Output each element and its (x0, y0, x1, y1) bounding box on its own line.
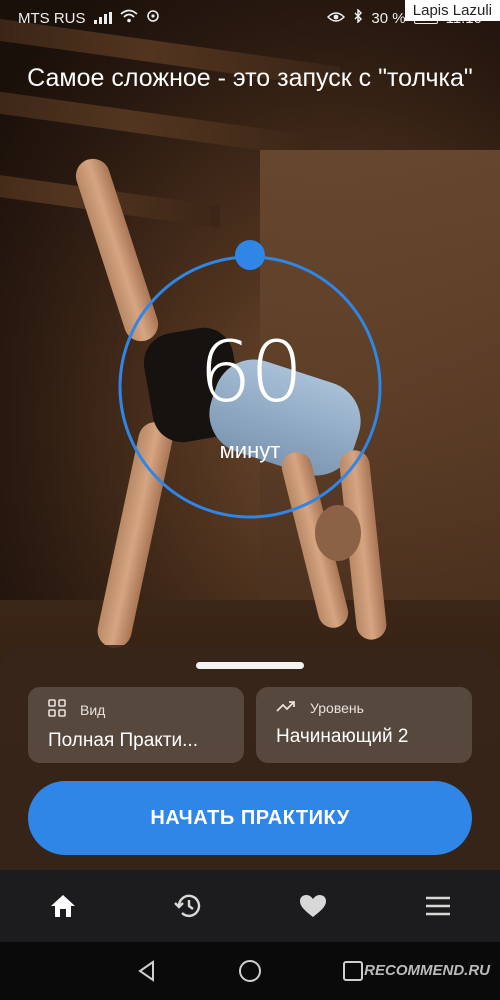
wifi-icon (119, 9, 138, 27)
duration-dial[interactable]: 60 минут (118, 240, 382, 519)
level-label: Уровень (310, 699, 364, 716)
battery-percent: 30 % (371, 9, 406, 27)
recents-icon[interactable] (342, 960, 364, 982)
back-icon[interactable] (136, 960, 158, 982)
level-card[interactable]: Уровень Начинающий 2 (256, 687, 472, 763)
corner-watermark: RECOMMEND.RU (364, 962, 490, 979)
practice-type-value: Полная Практи... (48, 730, 198, 751)
signal-icon (93, 12, 112, 24)
home-circle-icon[interactable] (238, 959, 262, 983)
tab-bar (0, 870, 500, 942)
practice-type-card[interactable]: Вид Полная Практи... (28, 687, 244, 763)
sheet-drag-handle[interactable] (196, 662, 304, 669)
sync-icon (146, 9, 160, 27)
practice-type-label: Вид (80, 701, 106, 718)
watermark-label: Lapis Lazuli (404, 0, 500, 21)
tab-favorites[interactable] (283, 876, 343, 936)
grid-icon (48, 699, 66, 720)
tab-menu[interactable] (408, 876, 468, 936)
heart-icon (299, 895, 326, 917)
bottom-sheet: Вид Полная Практи... Уровень Начинающий … (0, 645, 500, 873)
history-icon (173, 894, 200, 918)
level-value: Начинающий 2 (276, 726, 409, 747)
home-icon (50, 895, 75, 917)
start-practice-button[interactable]: НАЧАТЬ ПРАКТИКУ (28, 781, 472, 855)
duration-value: 60 (198, 323, 304, 421)
carrier-label: MTS RUS (18, 9, 86, 27)
tab-history[interactable] (158, 876, 218, 936)
eye-icon (327, 10, 346, 27)
page-title: Самое сложное - это запуск с "толчка" (27, 64, 473, 92)
bluetooth-icon (353, 8, 363, 27)
duration-unit: минут (219, 438, 281, 463)
menu-icon (425, 896, 450, 916)
tab-home[interactable] (33, 876, 93, 936)
trending-up-icon (276, 699, 296, 716)
